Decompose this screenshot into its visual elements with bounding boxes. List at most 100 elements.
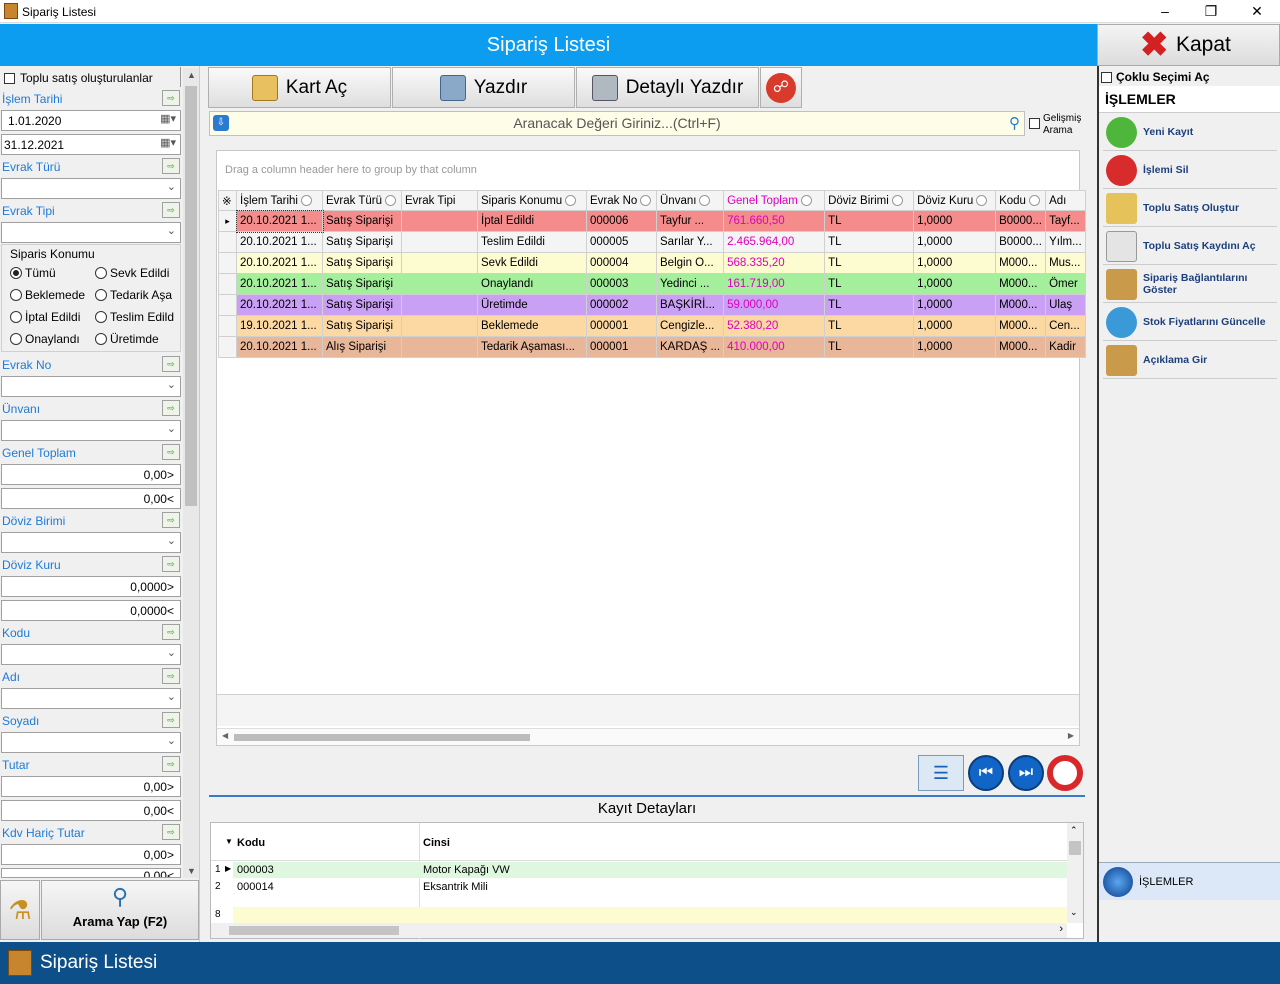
column-header[interactable]: Adı bbox=[1045, 190, 1086, 211]
table-cell[interactable]: TL bbox=[824, 315, 915, 337]
unvani-select[interactable]: ⌄ bbox=[1, 420, 181, 441]
table-cell[interactable]: BAŞKİRİ... bbox=[655, 294, 725, 316]
table-cell[interactable]: M000... bbox=[995, 315, 1047, 337]
table-cell[interactable]: 20.10.2021 1... bbox=[235, 209, 324, 233]
kdv-max-input[interactable]: 0,00< bbox=[1, 868, 181, 878]
table-cell[interactable]: KARDAŞ ... bbox=[655, 336, 725, 358]
scroll-thumb[interactable] bbox=[229, 926, 399, 935]
filter-toggle-icon[interactable]: ⇨ bbox=[162, 556, 180, 572]
table-cell[interactable]: Alış Siparişi bbox=[322, 336, 402, 358]
row-indicator[interactable] bbox=[218, 315, 237, 337]
scroll-up-icon[interactable]: ⌃ bbox=[1070, 825, 1078, 836]
print-button[interactable]: Yazdır bbox=[392, 67, 575, 108]
column-header[interactable]: Döviz Birimi bbox=[824, 190, 915, 211]
column-header[interactable]: Evrak Türü bbox=[322, 190, 402, 211]
table-cell[interactable]: Onaylandı bbox=[477, 273, 587, 295]
filter-icon[interactable] bbox=[800, 194, 812, 206]
table-cell[interactable]: 52.380,20 bbox=[723, 315, 826, 337]
table-cell[interactable]: 20.10.2021 1... bbox=[236, 231, 323, 253]
table-row[interactable]: 19.10.2021 1... Satış Siparişi Beklemede 00… bbox=[218, 315, 1086, 337]
column-header[interactable]: Ünvanı bbox=[655, 190, 725, 211]
add-note-item[interactable]: Açıklama Gir bbox=[1103, 342, 1277, 379]
search-dropdown-icon[interactable]: ⇩ bbox=[213, 115, 229, 131]
close-icon[interactable]: ✕ bbox=[1234, 0, 1280, 23]
table-row[interactable]: 20.10.2021 1... Alış Siparişi Tedarik Aşam… bbox=[218, 336, 1086, 358]
bulk-sales-checkbox[interactable]: Toplu satış oluşturulanlar bbox=[4, 71, 153, 85]
table-cell[interactable]: 761.660,50 bbox=[723, 210, 826, 232]
table-cell[interactable]: 000006 bbox=[586, 210, 657, 232]
table-cell[interactable]: M000... bbox=[995, 336, 1047, 358]
filter-toggle-icon[interactable]: ⇨ bbox=[162, 624, 180, 640]
filter-icon[interactable] bbox=[891, 194, 903, 206]
table-cell[interactable]: M000... bbox=[995, 252, 1047, 274]
scroll-left-icon[interactable]: ◀ bbox=[222, 731, 228, 740]
table-cell[interactable]: Satış Siparişi bbox=[322, 252, 402, 274]
filter-toggle-icon[interactable]: ⇨ bbox=[162, 824, 180, 840]
details-vscrollbar[interactable]: ⌃ ⌄ bbox=[1067, 823, 1083, 923]
radio-teslim-edildi[interactable]: Teslim Edild bbox=[95, 310, 174, 324]
table-cell[interactable] bbox=[401, 273, 478, 295]
filter-icon[interactable] bbox=[300, 194, 312, 206]
new-record-item[interactable]: Yeni Kayıt bbox=[1103, 114, 1277, 151]
filter-toggle-icon[interactable]: ⇨ bbox=[162, 512, 180, 528]
table-cell[interactable]: TL bbox=[824, 273, 915, 295]
scroll-thumb[interactable] bbox=[234, 734, 530, 741]
filter-icon[interactable] bbox=[565, 194, 577, 206]
table-cell[interactable]: 1,0000 bbox=[913, 294, 997, 316]
table-cell[interactable]: Satış Siparişi bbox=[322, 315, 402, 337]
filter-icon[interactable] bbox=[385, 194, 397, 206]
table-cell[interactable]: Sevk Edildi bbox=[477, 252, 587, 274]
table-cell[interactable]: 59.000,00 bbox=[723, 294, 826, 316]
first-record-icon[interactable]: ⏮ bbox=[968, 755, 1004, 791]
new-row[interactable] bbox=[233, 907, 1067, 923]
row-indicator[interactable] bbox=[218, 336, 237, 358]
table-cell[interactable] bbox=[401, 315, 478, 337]
doviz-kuru-max-input[interactable]: 0,0000< bbox=[1, 600, 181, 621]
delete-record-item[interactable]: İşlemi Sil bbox=[1103, 152, 1277, 189]
column-header[interactable]: Kodu bbox=[995, 190, 1047, 211]
column-header[interactable]: Siparis Konumu bbox=[477, 190, 587, 211]
table-cell[interactable] bbox=[401, 210, 478, 232]
table-cell[interactable]: 19.10.2021 1... bbox=[236, 315, 323, 337]
column-header[interactable]: Genel Toplam bbox=[723, 190, 826, 211]
table-cell[interactable]: Satış Siparişi bbox=[322, 273, 402, 295]
table-cell[interactable]: TL bbox=[824, 252, 915, 274]
checkbox-box[interactable] bbox=[4, 72, 15, 84]
table-cell[interactable]: 1,0000 bbox=[913, 231, 997, 253]
table-cell[interactable]: Yılm... bbox=[1045, 231, 1086, 253]
table-cell[interactable]: M000... bbox=[995, 273, 1047, 295]
grid-hscrollbar[interactable]: ◀ ▶ bbox=[217, 728, 1079, 745]
filter-toggle-icon[interactable]: ⇨ bbox=[162, 444, 180, 460]
radio-tedarik[interactable]: Tedarik Aşa bbox=[95, 288, 172, 302]
table-cell[interactable]: Tedarik Aşaması... bbox=[477, 336, 587, 358]
table-cell[interactable]: 20.10.2021 1... bbox=[236, 252, 323, 274]
operations-tab[interactable]: İŞLEMLER bbox=[1099, 862, 1280, 900]
table-row[interactable]: 20.10.2021 1... Satış Siparişi Sevk Edildi… bbox=[218, 252, 1086, 274]
search-input[interactable]: ⇩ Aranacak Değeri Giriniz...(Ctrl+F) ⚲ bbox=[209, 111, 1025, 136]
table-cell[interactable]: B0000... bbox=[995, 210, 1047, 232]
table-row[interactable]: 20.10.2021 1... Satış Siparişi Üretimde 000… bbox=[218, 294, 1086, 316]
table-row[interactable]: 000003 Motor Kapağı VW bbox=[233, 862, 1067, 878]
table-cell[interactable]: TL bbox=[824, 210, 915, 232]
evrak-no-select[interactable]: ⌄ bbox=[1, 376, 181, 397]
table-cell[interactable]: Sarılar Y... bbox=[655, 231, 725, 253]
filter-icon[interactable] bbox=[976, 194, 988, 206]
radio-uretimde[interactable]: Üretimde bbox=[95, 332, 159, 346]
table-cell[interactable]: Ömer bbox=[1045, 273, 1086, 295]
genel-toplam-min-input[interactable]: 0,00> bbox=[1, 464, 181, 485]
table-row[interactable]: ▸ 20.10.2021 1... Satış Siparişi İptal Edil… bbox=[218, 209, 1086, 233]
bulk-sale-open-item[interactable]: Toplu Satış Kaydını Aç bbox=[1103, 228, 1277, 265]
table-cell[interactable]: Ulaş bbox=[1045, 294, 1086, 316]
table-cell[interactable]: 2.465.964,00 bbox=[723, 231, 826, 253]
checkbox-box[interactable] bbox=[1101, 71, 1112, 83]
multi-select-checkbox[interactable]: Çoklu Seçimi Aç bbox=[1101, 70, 1210, 84]
row-indicator[interactable] bbox=[218, 273, 237, 295]
row-indicator[interactable]: ▸ bbox=[218, 210, 237, 232]
scroll-right-icon[interactable]: ▶ bbox=[1068, 731, 1074, 740]
table-cell[interactable]: Belgin O... bbox=[655, 252, 725, 274]
evrak-turu-select[interactable]: ⌄ bbox=[1, 178, 181, 199]
doviz-birimi-select[interactable]: ⌄ bbox=[1, 532, 181, 553]
table-row[interactable]: 20.10.2021 1... Satış Siparişi Teslim Edil… bbox=[218, 231, 1086, 253]
last-record-icon[interactable]: ⏭ bbox=[1008, 755, 1044, 791]
table-cell[interactable]: 000001 bbox=[586, 336, 657, 358]
